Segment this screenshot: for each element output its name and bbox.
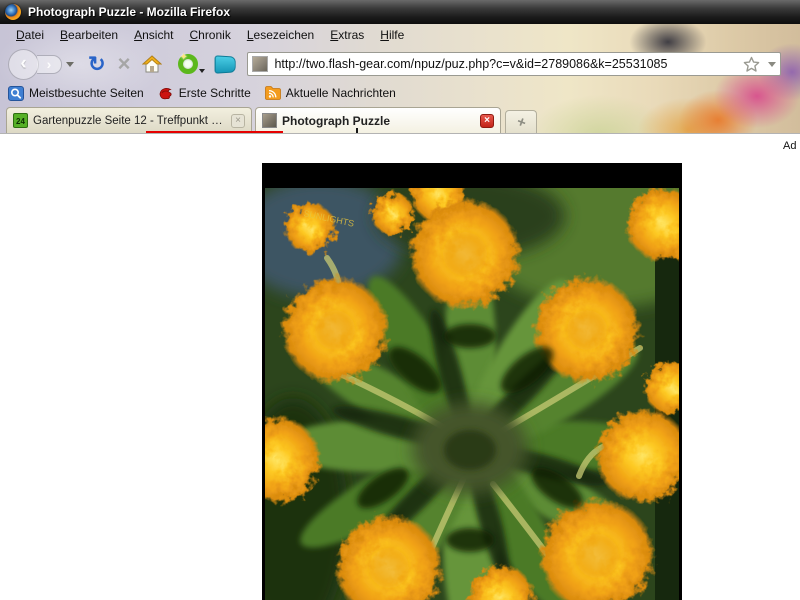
firefox-logo-icon bbox=[5, 4, 21, 20]
photo-favicon bbox=[262, 113, 277, 128]
forward-button[interactable]: › bbox=[37, 55, 62, 74]
bookmark-label: Erste Schritte bbox=[179, 86, 251, 100]
refresh-icon: ↻ bbox=[88, 53, 106, 76]
page-favicon bbox=[252, 56, 268, 72]
bookmark-meistbesuchte-seiten[interactable]: Meistbesuchte Seiten bbox=[8, 86, 144, 101]
bookmark-star-icon[interactable] bbox=[743, 56, 760, 73]
garten24-favicon: 24 bbox=[13, 113, 28, 128]
addon-dropdown-icon[interactable] bbox=[199, 69, 205, 73]
bookmarks-toolbar: Meistbesuchte Seiten Erste Schritte bbox=[0, 82, 800, 104]
sparkle-icon: ✦ bbox=[179, 52, 187, 63]
addon-cyan-icon[interactable] bbox=[215, 55, 236, 74]
tab-bar: 24 Gartenpuzzle Seite 12 - Treffpunkt & … bbox=[0, 104, 800, 133]
url-bar[interactable] bbox=[247, 52, 781, 76]
menu-bearbeiten[interactable]: Bearbeiten bbox=[52, 26, 126, 44]
menu-hilfe[interactable]: Hilfe bbox=[372, 26, 412, 44]
menu-lesezeichen[interactable]: Lesezeichen bbox=[239, 26, 322, 44]
bookmark-label: Aktuelle Nachrichten bbox=[286, 86, 396, 100]
menu-chronik[interactable]: Chronik bbox=[181, 26, 238, 44]
menu-ansicht[interactable]: Ansicht bbox=[126, 26, 181, 44]
tab-close-button[interactable]: × bbox=[231, 114, 245, 128]
new-tab-icon: + bbox=[514, 113, 528, 132]
tab-gartenpuzzle[interactable]: 24 Gartenpuzzle Seite 12 - Treffpunkt & … bbox=[6, 107, 252, 133]
most-visited-folder-icon bbox=[8, 86, 24, 101]
rss-feed-icon bbox=[265, 86, 281, 100]
history-dropdown-icon[interactable] bbox=[66, 62, 74, 67]
page-content: Ad bbox=[0, 133, 800, 600]
urlbar-dropdown-icon[interactable] bbox=[768, 62, 776, 67]
title-bar: Photograph Puzzle - Mozilla Firefox bbox=[0, 0, 800, 24]
window-title: Photograph Puzzle - Mozilla Firefox bbox=[28, 5, 230, 19]
puzzle-image-frame[interactable]: SUNLIGHTS bbox=[262, 163, 682, 600]
ad-label: Ad bbox=[783, 140, 796, 152]
refresh-button[interactable]: ↻ bbox=[88, 54, 106, 75]
close-icon: × bbox=[235, 116, 241, 126]
back-button[interactable]: ‹ bbox=[8, 49, 39, 80]
menu-extras[interactable]: Extras bbox=[322, 26, 372, 44]
bookmark-label: Meistbesuchte Seiten bbox=[29, 86, 144, 100]
navigation-toolbar: ‹ › ↻ × ✦ bbox=[0, 46, 800, 82]
stop-button[interactable]: × bbox=[118, 53, 131, 75]
browser-window: Photograph Puzzle - Mozilla Firefox Date… bbox=[0, 0, 800, 600]
bookmark-aktuelle-nachrichten[interactable]: Aktuelle Nachrichten bbox=[265, 86, 396, 100]
forward-icon: › bbox=[47, 56, 52, 72]
url-input[interactable] bbox=[274, 57, 743, 71]
stop-icon: × bbox=[118, 51, 131, 76]
back-icon: ‹ bbox=[20, 53, 26, 75]
dragon-icon bbox=[158, 86, 174, 100]
puzzle-kaleidoscope-image: SUNLIGHTS bbox=[265, 188, 679, 600]
menu-datei[interactable]: Datei bbox=[8, 26, 52, 44]
tab-label: Gartenpuzzle Seite 12 - Treffpunkt & Sta… bbox=[33, 115, 226, 127]
new-tab-button[interactable]: + bbox=[505, 110, 537, 133]
tab-close-button[interactable]: × bbox=[480, 114, 494, 128]
tab-label: Photograph Puzzle bbox=[282, 114, 475, 128]
addon-green-ring-icon[interactable]: ✦ bbox=[178, 54, 198, 74]
home-button[interactable] bbox=[142, 55, 162, 73]
menu-bar: Datei Bearbeiten Ansicht Chronik Lesezei… bbox=[0, 24, 800, 46]
browser-chrome: Datei Bearbeiten Ansicht Chronik Lesezei… bbox=[0, 24, 800, 133]
tab-photograph-puzzle-active[interactable]: Photograph Puzzle × bbox=[255, 107, 501, 133]
close-icon: × bbox=[484, 116, 490, 126]
home-icon bbox=[142, 55, 162, 73]
bookmark-erste-schritte[interactable]: Erste Schritte bbox=[158, 86, 251, 100]
